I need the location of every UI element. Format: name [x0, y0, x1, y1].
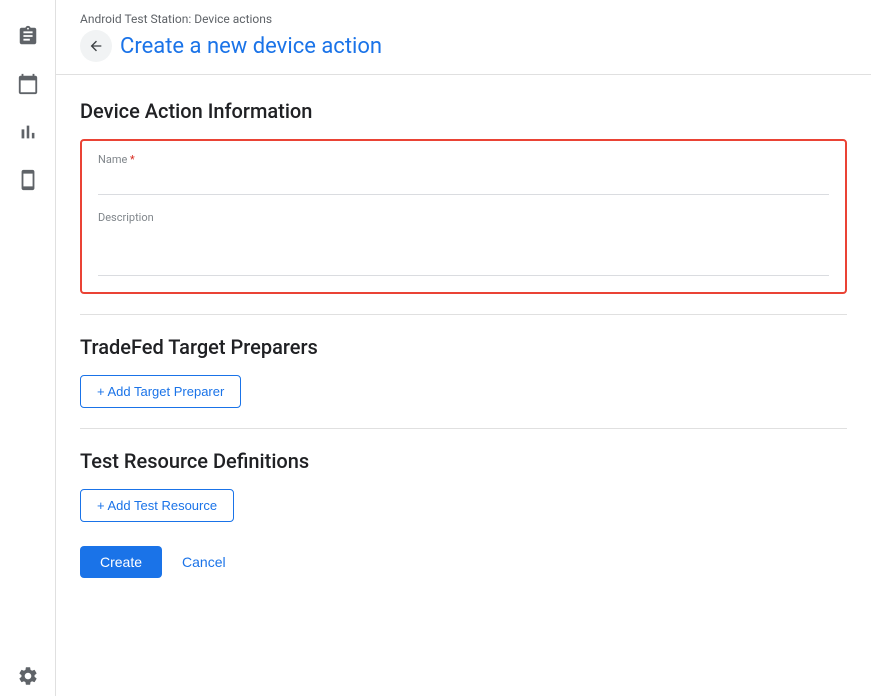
- tradefed-section: TradeFed Target Preparers + Add Target P…: [80, 335, 847, 408]
- form-card: Name * Description: [80, 139, 847, 294]
- add-test-resource-button[interactable]: + Add Test Resource: [80, 489, 234, 522]
- sidebar: [0, 0, 56, 696]
- divider-1: [80, 314, 847, 315]
- description-field: Description: [98, 211, 829, 280]
- page-title-row: Create a new device action: [80, 30, 847, 62]
- cancel-button[interactable]: Cancel: [170, 546, 238, 578]
- sidebar-item-settings[interactable]: [8, 656, 48, 696]
- device-action-section: Device Action Information Name * Descrip…: [80, 99, 847, 294]
- description-label: Description: [98, 211, 829, 224]
- form-actions: Create Cancel: [80, 546, 847, 578]
- device-action-title: Device Action Information: [80, 99, 847, 123]
- add-target-preparer-button[interactable]: + Add Target Preparer: [80, 375, 241, 408]
- sidebar-item-calendar[interactable]: [8, 64, 48, 104]
- page-header: Android Test Station: Device actions Cre…: [56, 0, 871, 75]
- test-resource-section: Test Resource Definitions + Add Test Res…: [80, 449, 847, 522]
- name-label: Name *: [98, 153, 829, 166]
- create-button[interactable]: Create: [80, 546, 162, 578]
- sidebar-item-analytics[interactable]: [8, 112, 48, 152]
- back-button[interactable]: [80, 30, 112, 62]
- test-resource-title: Test Resource Definitions: [80, 449, 847, 473]
- sidebar-item-clipboard[interactable]: [8, 16, 48, 56]
- name-input[interactable]: [98, 170, 829, 195]
- content-area: Device Action Information Name * Descrip…: [56, 75, 871, 696]
- sidebar-item-device[interactable]: [8, 160, 48, 200]
- divider-2: [80, 428, 847, 429]
- main-content: Android Test Station: Device actions Cre…: [56, 0, 871, 696]
- breadcrumb: Android Test Station: Device actions: [80, 12, 847, 26]
- description-input[interactable]: [98, 228, 829, 276]
- tradefed-title: TradeFed Target Preparers: [80, 335, 847, 359]
- page-title: Create a new device action: [120, 34, 382, 59]
- name-field: Name *: [98, 153, 829, 195]
